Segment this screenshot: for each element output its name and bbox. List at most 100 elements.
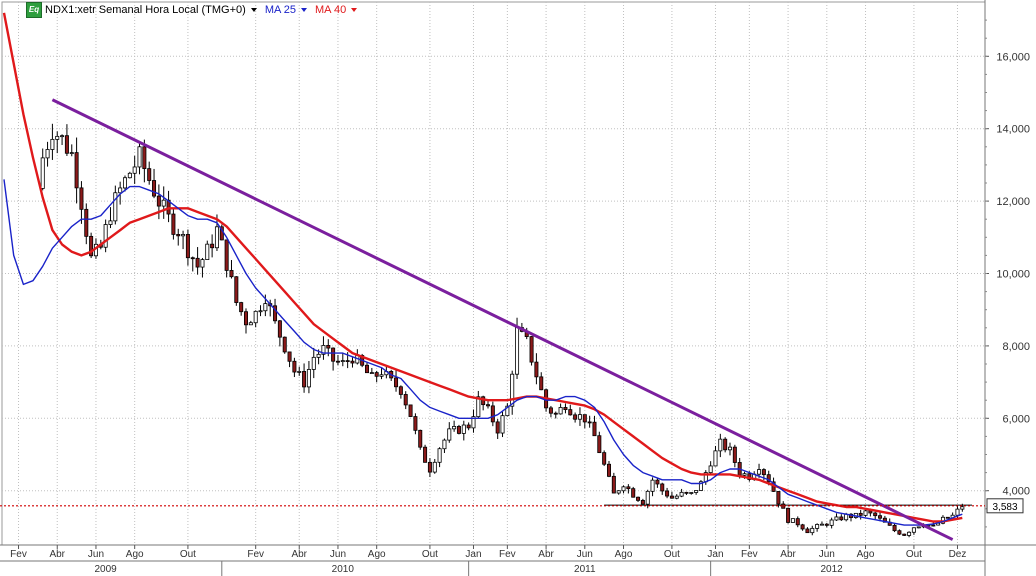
- candle-body: [316, 353, 321, 358]
- candle-body: [665, 490, 670, 497]
- candle-body: [394, 377, 399, 388]
- candle-body: [878, 515, 883, 519]
- candle-body: [558, 407, 563, 415]
- candle-body: [442, 439, 447, 450]
- candle-body: [650, 479, 655, 492]
- candle-body: [437, 448, 442, 463]
- ma-long-dropdown-icon[interactable]: [351, 8, 358, 12]
- candle-body: [602, 452, 607, 465]
- candle-body: [708, 465, 713, 474]
- candle-body: [645, 490, 650, 505]
- candle-body: [306, 369, 311, 388]
- candle-body: [74, 152, 79, 189]
- candle-body: [239, 302, 244, 313]
- candle-body: [292, 360, 297, 373]
- equity-icon[interactable]: Eq: [26, 2, 42, 18]
- candle-body: [713, 450, 718, 467]
- candle-body: [335, 360, 340, 363]
- candle-body: [427, 461, 432, 473]
- month-label: Out: [906, 549, 922, 560]
- candle-body: [50, 138, 55, 150]
- candle-body: [742, 473, 747, 476]
- candle-body: [732, 446, 737, 463]
- candle-body: [960, 506, 965, 510]
- candle-body: [597, 435, 602, 454]
- candle-body: [858, 512, 863, 516]
- candle-body: [326, 345, 331, 349]
- month-label: Ago: [615, 549, 633, 560]
- candle-body: [548, 407, 553, 414]
- month-label: Jan: [465, 549, 481, 560]
- ma-short-label[interactable]: MA 25: [265, 4, 296, 16]
- candle-body: [897, 530, 902, 535]
- price-tick-label: 8,000: [1002, 341, 1030, 353]
- candle-body: [423, 446, 428, 463]
- candle-body: [592, 421, 597, 437]
- price-tick-label: 4,000: [1002, 486, 1030, 498]
- candle-body: [55, 135, 60, 140]
- candle-body: [577, 414, 582, 420]
- candle-body: [132, 166, 137, 174]
- candle-body: [786, 507, 791, 523]
- price-tick-label: 6,000: [1002, 413, 1030, 425]
- candle-body: [161, 199, 166, 207]
- candle-body: [607, 463, 612, 477]
- candle-body: [243, 311, 248, 326]
- price-chart: 4,0006,0008,00010,00012,00014,00016,000 …: [0, 0, 1036, 576]
- candle-body: [282, 336, 287, 353]
- candle-body: [573, 414, 578, 420]
- candle-body: [553, 412, 558, 415]
- candle-body: [147, 168, 152, 181]
- candle-body: [156, 195, 161, 207]
- month-label: Dez: [949, 549, 967, 560]
- candle-body: [234, 276, 239, 303]
- candle-body: [413, 416, 418, 431]
- candle-body: [248, 322, 253, 326]
- candle-body: [379, 374, 384, 377]
- ma-short-dropdown-icon[interactable]: [301, 8, 308, 12]
- candle-body: [447, 428, 452, 441]
- candle-body: [694, 490, 699, 493]
- candle-body: [398, 386, 403, 395]
- candle-body: [907, 531, 912, 536]
- chart-header: Eq NDX1:xetr Semanal Hora Local (TMG+0) …: [0, 0, 365, 20]
- candle-body: [181, 234, 186, 237]
- candle-body: [185, 234, 190, 259]
- candle-body: [229, 270, 234, 278]
- candle-body: [418, 429, 423, 448]
- candle-body: [60, 135, 65, 138]
- month-label: Fev: [10, 549, 27, 560]
- ma-long-label[interactable]: MA 40: [315, 4, 346, 16]
- symbol-label[interactable]: NDX1:xetr Semanal Hora Local (TMG+0): [45, 4, 246, 16]
- candle-body: [258, 310, 263, 313]
- candle-body: [718, 438, 723, 452]
- candle-body: [829, 519, 834, 526]
- candle-body: [621, 486, 626, 492]
- candle-body: [40, 157, 45, 189]
- candle-body: [529, 336, 534, 363]
- candle-body: [214, 226, 219, 249]
- candle-body: [616, 490, 621, 494]
- candle-body: [210, 243, 215, 249]
- candle-body: [495, 421, 500, 434]
- symbol-dropdown-icon[interactable]: [250, 8, 257, 12]
- candle-body: [461, 424, 466, 434]
- candle-body: [171, 213, 176, 235]
- candle-body: [176, 234, 181, 237]
- candle-body: [79, 187, 84, 210]
- month-label: Abr: [538, 549, 554, 560]
- candle-body: [297, 371, 302, 373]
- month-label: Abr: [291, 549, 307, 560]
- candle-body: [873, 512, 878, 517]
- candle-body: [723, 438, 728, 451]
- candle-body: [45, 149, 50, 159]
- month-label: Abr: [780, 549, 796, 560]
- candle-body: [490, 405, 495, 423]
- candle-body: [152, 180, 157, 197]
- month-label: Fev: [499, 549, 516, 560]
- candle-body: [127, 172, 132, 179]
- month-label: Jun: [577, 549, 593, 560]
- month-label: Fev: [741, 549, 758, 560]
- year-label: 2012: [821, 564, 844, 575]
- candle-body: [534, 361, 539, 378]
